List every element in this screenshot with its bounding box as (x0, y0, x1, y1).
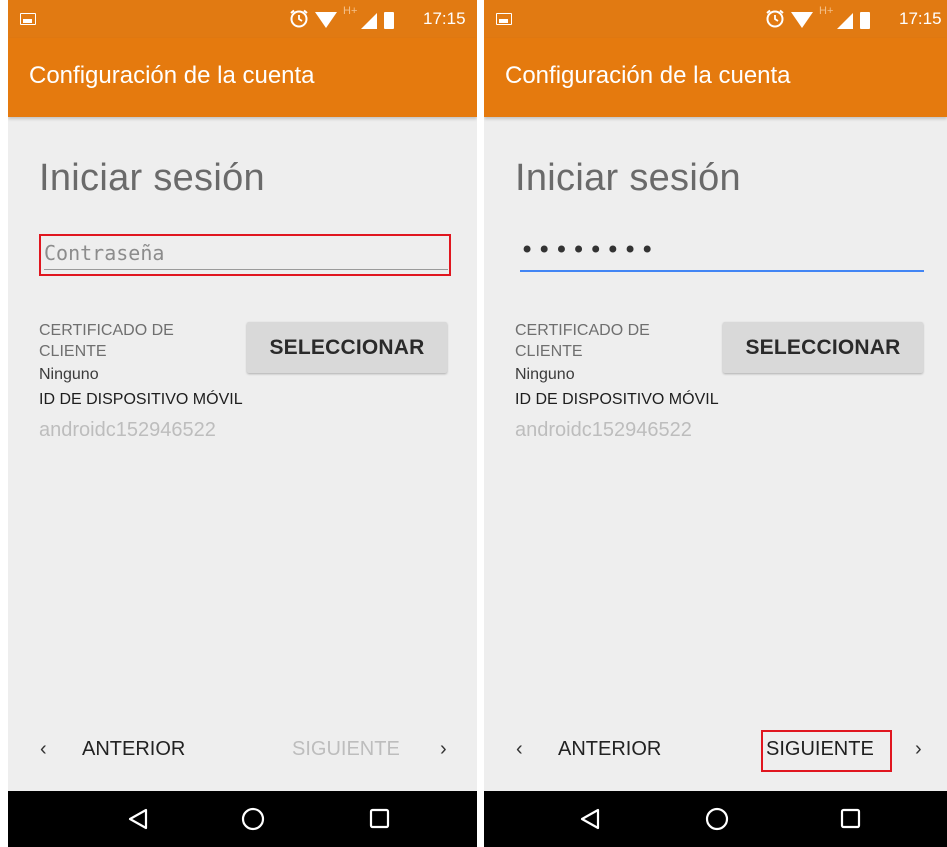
password-highlight-box (39, 234, 451, 276)
recents-icon[interactable] (369, 808, 390, 829)
app-bar-title: Configuración de la cuenta (29, 62, 315, 89)
battery-icon (860, 12, 870, 29)
status-bar: H+ 17:15 (484, 0, 947, 38)
back-icon[interactable] (128, 808, 148, 830)
page-title: Iniciar sesión (515, 157, 741, 199)
chevron-right-icon: › (440, 738, 447, 760)
alarm-icon (290, 9, 308, 28)
password-value: •••••••• (520, 236, 658, 264)
password-field[interactable]: •••••••• (520, 236, 924, 274)
chevron-right-icon: › (915, 738, 922, 760)
system-nav-icons (580, 807, 861, 831)
alarm-icon (766, 9, 784, 28)
device-id-value: androidc152946522 (39, 419, 216, 441)
gallery-icon (20, 13, 36, 25)
device-id-label: ID DE DISPOSITIVO MÓVIL (515, 391, 719, 408)
wifi-icon (791, 12, 813, 28)
signal-icon (837, 13, 853, 29)
signal-icon (361, 13, 377, 29)
select-certificate-button[interactable]: SELECCIONAR (723, 322, 923, 373)
status-icons: H+ 17:15 (277, 0, 477, 38)
client-certificate-value: Ninguno (515, 366, 575, 383)
phone-screen-left: H+ 17:15 Configuración de la cuenta Inic… (8, 0, 477, 847)
bottom-nav: ‹ ANTERIOR SIGUIENTE › (8, 715, 477, 783)
back-icon[interactable] (580, 808, 600, 830)
recents-icon[interactable] (840, 808, 861, 829)
password-underline-focused (520, 270, 924, 272)
status-time: 17:15 (423, 9, 466, 28)
page-title: Iniciar sesión (39, 157, 265, 199)
hplus-icon: H+ (819, 5, 833, 17)
system-nav-bar (484, 791, 947, 847)
next-button-disabled: SIGUIENTE › (8, 715, 477, 783)
device-id-value: androidc152946522 (515, 419, 692, 441)
status-time: 17:15 (899, 9, 942, 28)
gallery-icon (496, 13, 512, 25)
status-bar: H+ 17:15 (8, 0, 477, 38)
client-certificate-label: CERTIFICADO DE CLIENTE (515, 322, 650, 360)
home-icon[interactable] (705, 807, 729, 831)
app-bar-title: Configuración de la cuenta (505, 62, 791, 89)
home-icon[interactable] (241, 807, 265, 831)
wifi-icon (315, 12, 337, 28)
client-certificate-label: CERTIFICADO DE CLIENTE (39, 322, 174, 360)
app-bar: Configuración de la cuenta (8, 38, 477, 117)
select-certificate-button[interactable]: SELECCIONAR (247, 322, 447, 373)
device-id-label: ID DE DISPOSITIVO MÓVIL (39, 391, 243, 408)
next-highlight-box (761, 730, 892, 772)
system-nav-bar (8, 791, 477, 847)
hplus-icon: H+ (343, 5, 357, 17)
system-nav-icons (128, 807, 390, 831)
screenshot-stage: H+ 17:15 Configuración de la cuenta Inic… (0, 0, 947, 847)
battery-icon (384, 12, 394, 29)
app-bar: Configuración de la cuenta (484, 38, 947, 117)
status-icons: H+ 17:15 (753, 0, 947, 38)
client-certificate-value: Ninguno (39, 366, 99, 383)
phone-screen-right: H+ 17:15 Configuración de la cuenta Inic… (484, 0, 947, 847)
next-label: SIGUIENTE (292, 738, 400, 760)
